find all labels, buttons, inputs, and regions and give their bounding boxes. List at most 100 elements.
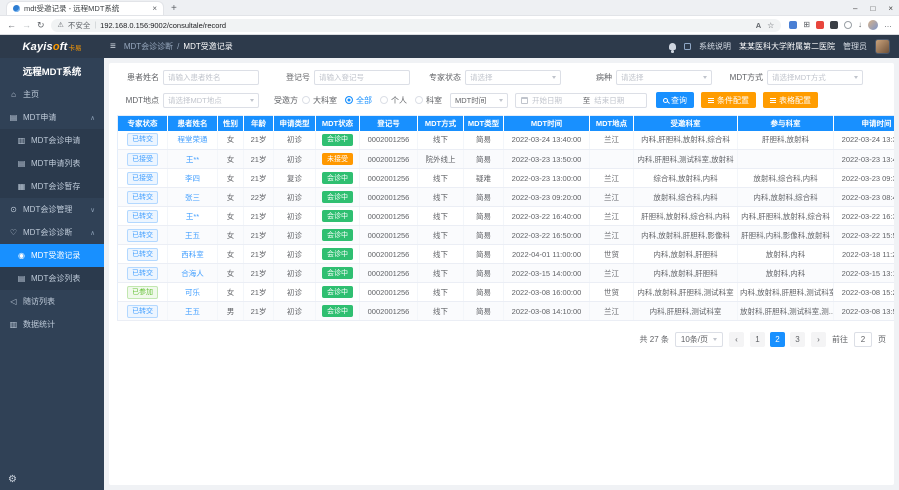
extensions-grid-icon[interactable]: ⊞ xyxy=(803,21,810,29)
mdt-location-select[interactable]: 请选择MDT地点 xyxy=(163,93,259,108)
page-size-select[interactable]: 10条/页 xyxy=(675,332,723,347)
cell-apply-time: 2022-03-08 13:56:56 xyxy=(834,302,895,321)
security-label[interactable]: 不安全 xyxy=(68,20,91,31)
invited-party-radio[interactable]: 个人 xyxy=(380,95,407,106)
page-button[interactable]: 2 xyxy=(770,332,785,347)
window-close-button[interactable]: × xyxy=(888,4,893,13)
extension-icon[interactable] xyxy=(816,21,824,29)
gear-icon[interactable]: ⚙ xyxy=(8,474,17,485)
sidebar-item[interactable]: ▦MDT会诊暂存 xyxy=(0,175,104,198)
sidebar-item[interactable]: ▥数据统计 xyxy=(0,313,104,336)
profile-avatar[interactable] xyxy=(868,20,878,30)
invited-party-radio[interactable]: 大科室 xyxy=(302,95,337,106)
disease-select[interactable]: 请选择 xyxy=(616,70,712,85)
cell-mdt-place: 兰江 xyxy=(590,302,634,321)
url-text[interactable]: 192.168.0.156:9002/consultale/record xyxy=(100,21,752,30)
table-row: 已转交王五男21岁初诊会诊中0002001256线下简易2022-03-08 1… xyxy=(118,302,895,321)
sidebar-item[interactable]: ⊙MDT会诊管理∨ xyxy=(0,198,104,221)
back-icon[interactable]: ← xyxy=(7,21,16,30)
hamburger-icon[interactable]: ≡ xyxy=(110,42,116,52)
logo-text: Kayis xyxy=(22,41,52,53)
sidebar-item[interactable]: ◁随访列表 xyxy=(0,290,104,313)
cell-expert-status: 已转交 xyxy=(118,188,168,207)
invited-party-radio[interactable]: 全部 xyxy=(345,95,372,106)
sidebar-item[interactable]: ▥MDT会诊申请 xyxy=(0,129,104,152)
condition-config-button[interactable]: 条件配置 xyxy=(701,92,756,108)
cell-mdt-status: 会诊中 xyxy=(316,207,360,226)
patient-name-link[interactable]: 张三 xyxy=(185,193,200,202)
patient-name-link[interactable]: 王五 xyxy=(185,307,200,316)
table-row: 已转交西科室女21岁初诊会诊中0002001256线下简易2022-04-01 … xyxy=(118,245,895,264)
page-button[interactable]: 1 xyxy=(750,332,765,347)
registration-no-input[interactable]: 请输入登记号 xyxy=(314,70,410,85)
cell-mdt-place: 兰江 xyxy=(590,264,634,283)
disease-filter: 病种请选择 xyxy=(570,70,712,85)
records-table: 专家状态患者姓名性别年龄申请类型MDT状态登记号MDT方式MDT类型MDT时间M… xyxy=(117,115,894,321)
mdt-method-select[interactable]: 请选择MDT方式 xyxy=(767,70,863,85)
table-body: 已转交程堂荣通女21岁初诊会诊中0002001256线下简易2022-03-24… xyxy=(118,131,895,321)
cell-joined-depts: 放射科,综合科,内科 xyxy=(738,169,834,188)
patient-name-link[interactable]: 可乐 xyxy=(185,288,200,297)
invited-party-radio[interactable]: 科室 xyxy=(415,95,442,106)
window-maximize-button[interactable]: □ xyxy=(870,4,875,13)
sidebar-item[interactable]: ▤MDT申请列表 xyxy=(0,152,104,175)
url-bar[interactable]: ⚠ 不安全 | 192.168.0.156:9002/consultale/re… xyxy=(51,19,782,32)
mdt-status-badge: 未接受 xyxy=(322,153,353,165)
mdt-time-select[interactable]: MDT时间 xyxy=(450,93,508,108)
browser-address-bar: ← → ↻ ⚠ 不安全 | 192.168.0.156:9002/consult… xyxy=(0,16,899,35)
goto-page-input[interactable]: 2 xyxy=(854,332,872,347)
date-end-input[interactable]: 结束日期 xyxy=(594,95,641,106)
calendar-icon xyxy=(521,97,528,104)
user-avatar[interactable] xyxy=(875,39,890,54)
table-config-button[interactable]: 表格配置 xyxy=(763,92,818,108)
patient-name-link[interactable]: 合海人 xyxy=(181,269,204,278)
date-range-picker[interactable]: 开始日期 至 结束日期 xyxy=(515,93,647,108)
sidebar-item[interactable]: ◉MDT受邀记录 xyxy=(0,244,104,267)
date-start-input[interactable]: 开始日期 xyxy=(532,95,579,106)
patient-name-link[interactable]: 王** xyxy=(186,155,199,164)
home-icon: ⌂ xyxy=(9,90,18,99)
tab-close-icon[interactable]: × xyxy=(152,5,157,13)
cell-apply-type: 复诊 xyxy=(274,169,316,188)
forward-icon[interactable]: → xyxy=(22,21,31,30)
query-button[interactable]: 查询 xyxy=(656,92,694,108)
cell-invited-depts: 内科,肝胆科,测试科室,放射科 xyxy=(634,150,738,169)
patient-name-link[interactable]: 程堂荣通 xyxy=(178,135,208,144)
page-button[interactable]: 3 xyxy=(790,332,805,347)
extension-icon[interactable] xyxy=(830,21,838,29)
bell-icon[interactable] xyxy=(669,43,676,50)
cell-mdt-status: 会诊中 xyxy=(316,245,360,264)
cell-name: 王** xyxy=(168,150,218,169)
monitor-icon: ♡ xyxy=(9,228,18,237)
reload-icon[interactable]: ↻ xyxy=(37,21,45,30)
sidebar-item[interactable]: ♡MDT会诊诊断∧ xyxy=(0,221,104,244)
goto-label: 前往 xyxy=(832,334,848,345)
expert-status-select[interactable]: 请选择 xyxy=(465,70,561,85)
browser-menu-icon[interactable]: … xyxy=(884,21,892,29)
filter-label: 登记号 xyxy=(268,72,314,83)
next-page-button[interactable]: › xyxy=(811,332,826,347)
prev-page-button[interactable]: ‹ xyxy=(729,332,744,347)
breadcrumb-section[interactable]: MDT会诊诊断 xyxy=(124,41,173,52)
system-note-link[interactable]: 系统说明 xyxy=(699,41,731,52)
sidebar-item[interactable]: ▤MDT会诊列表 xyxy=(0,267,104,290)
extension-icon[interactable] xyxy=(844,21,852,29)
patient-name-link[interactable]: 西科室 xyxy=(181,250,204,259)
extension-icon[interactable] xyxy=(789,21,797,29)
patient-name-link[interactable]: 王** xyxy=(186,212,199,221)
cell-reg-no: 0002001256 xyxy=(360,207,418,226)
cell-reg-no: 0002001256 xyxy=(360,226,418,245)
cell-gender: 女 xyxy=(218,150,244,169)
new-tab-button[interactable]: + xyxy=(171,4,177,14)
placeholder-text: 请选择 xyxy=(621,72,700,83)
browser-tab[interactable]: mdt受邀记录 - 远程MDT系统 × xyxy=(6,1,164,15)
window-minimize-button[interactable]: – xyxy=(853,4,857,13)
patient-name-input[interactable]: 请输入患者姓名 xyxy=(163,70,259,85)
bookmark-star-icon[interactable]: ☆ xyxy=(767,21,774,30)
downloads-icon[interactable]: ↓ xyxy=(858,21,862,29)
sidebar-item[interactable]: ⌂主页 xyxy=(0,83,104,106)
patient-name-link[interactable]: 李四 xyxy=(185,174,200,183)
patient-name-link[interactable]: 王五 xyxy=(185,231,200,240)
translate-icon[interactable]: A xyxy=(756,21,761,30)
sidebar-item[interactable]: ▤MDT申请∧ xyxy=(0,106,104,129)
